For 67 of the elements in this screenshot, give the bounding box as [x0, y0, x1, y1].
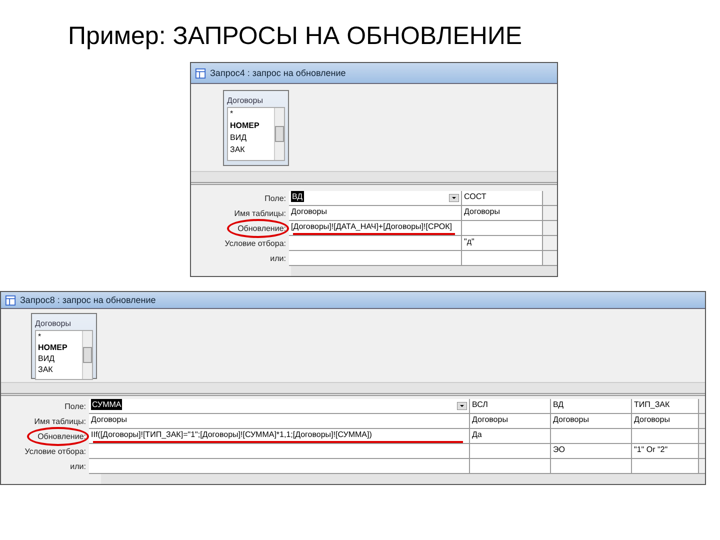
row-label: Имя таблицы: — [233, 208, 287, 220]
slide-title: Пример: ЗАПРОСЫ НА ОБНОВЛЕНИЕ — [68, 22, 524, 52]
field-name: ВД — [291, 191, 304, 202]
field-item[interactable]: * — [36, 331, 82, 342]
cell-text: Договоры — [553, 414, 589, 425]
dropdown-icon[interactable] — [449, 194, 459, 202]
cell-text: Да — [472, 429, 482, 440]
grid-cell[interactable]: Договоры — [462, 206, 542, 221]
row-label: Условие отбора: — [224, 238, 287, 250]
grid-cell[interactable]: ТИП_ЗАК — [632, 399, 698, 414]
row-label: Условие отбора: — [24, 446, 87, 458]
field-item[interactable]: ВИД — [36, 353, 82, 364]
cell-text: Договоры — [472, 414, 508, 425]
field-name: ВД — [553, 399, 564, 410]
grid-scrollbar[interactable] — [101, 474, 705, 484]
grid-scrollbar[interactable] — [291, 266, 557, 276]
grid-cell[interactable]: ВСЛ — [470, 399, 550, 414]
field-name: СУММА — [91, 399, 122, 410]
grid-cell[interactable]: СОСТ — [462, 191, 542, 206]
table-name: Договоры — [35, 318, 72, 330]
scrollbar[interactable] — [274, 108, 284, 160]
grid-cell[interactable]: ЭО — [551, 444, 631, 459]
cell-text: ЭО — [553, 444, 565, 455]
grid-cell[interactable]: Договоры — [470, 414, 550, 429]
field-item[interactable]: НОМЕР — [36, 342, 82, 353]
field-item[interactable]: ВИД — [228, 132, 274, 144]
grid-cell[interactable]: ВД — [289, 191, 461, 206]
horizontal-scrollbar[interactable] — [1, 383, 705, 396]
cell-text: "1" Or "2" — [634, 444, 668, 455]
field-item[interactable]: ЗАК — [36, 364, 82, 375]
field-name: ТИП_ЗАК — [634, 399, 670, 410]
grid-cell[interactable]: Да — [470, 429, 550, 444]
grid-cell[interactable]: "д" — [462, 236, 542, 251]
cell-text: "д" — [464, 236, 474, 247]
grid-cell[interactable]: Договоры — [89, 414, 469, 429]
cell-text: Договоры — [291, 206, 327, 217]
cell-text: Договоры — [464, 206, 500, 217]
grid-cell[interactable]: Договоры — [289, 206, 461, 221]
dropdown-icon[interactable] — [457, 402, 467, 410]
grid-cell[interactable]: Договоры — [551, 414, 631, 429]
grid-cell[interactable]: IIf([Договоры]![ТИП_ЗАК]="1";[Договоры]![СУММА]*1,1;[Договоры]![СУММА]) — [89, 429, 469, 444]
query-icon — [195, 68, 206, 78]
row-label: или: — [69, 461, 87, 473]
row-label: Поле: — [264, 193, 287, 205]
row-label: Поле: — [64, 401, 87, 413]
grid-cell[interactable]: СУММА — [89, 399, 469, 414]
field-item[interactable]: * — [228, 108, 274, 120]
row-label: или: — [269, 253, 287, 265]
grid-cell[interactable]: ВД — [551, 399, 631, 414]
cell-text: Договоры — [634, 414, 670, 425]
row-label: Имя таблицы: — [33, 416, 87, 428]
grid-cell[interactable]: [Договоры]![ДАТА_НАЧ]+[Договоры]![СРОК] — [289, 221, 461, 236]
cell-text: IIf([Договоры]![ТИП_ЗАК]="1";[Договоры]![СУММА]*1,1;[Договоры]![СУММА]) — [91, 429, 372, 440]
table-name: Договоры — [227, 95, 264, 107]
query-icon — [5, 294, 16, 306]
scrollbar[interactable] — [82, 331, 92, 379]
cell-text: [Договоры]![ДАТА_НАЧ]+[Договоры]![СРОК] — [291, 221, 452, 232]
grid-cell[interactable]: "1" Or "2" — [632, 444, 698, 459]
field-item[interactable]: НОМЕР — [228, 120, 274, 132]
window-title: Запрос8 : запрос на обновление — [20, 295, 156, 305]
horizontal-scrollbar[interactable] — [191, 172, 557, 185]
grid-cell[interactable]: Договоры — [632, 414, 698, 429]
window-title: Запрос4 : запрос на обновление — [210, 68, 346, 78]
field-item[interactable]: ЗАК — [228, 144, 274, 156]
cell-text: Договоры — [91, 414, 127, 425]
field-name: ВСЛ — [472, 399, 488, 410]
field-name: СОСТ — [464, 191, 486, 202]
